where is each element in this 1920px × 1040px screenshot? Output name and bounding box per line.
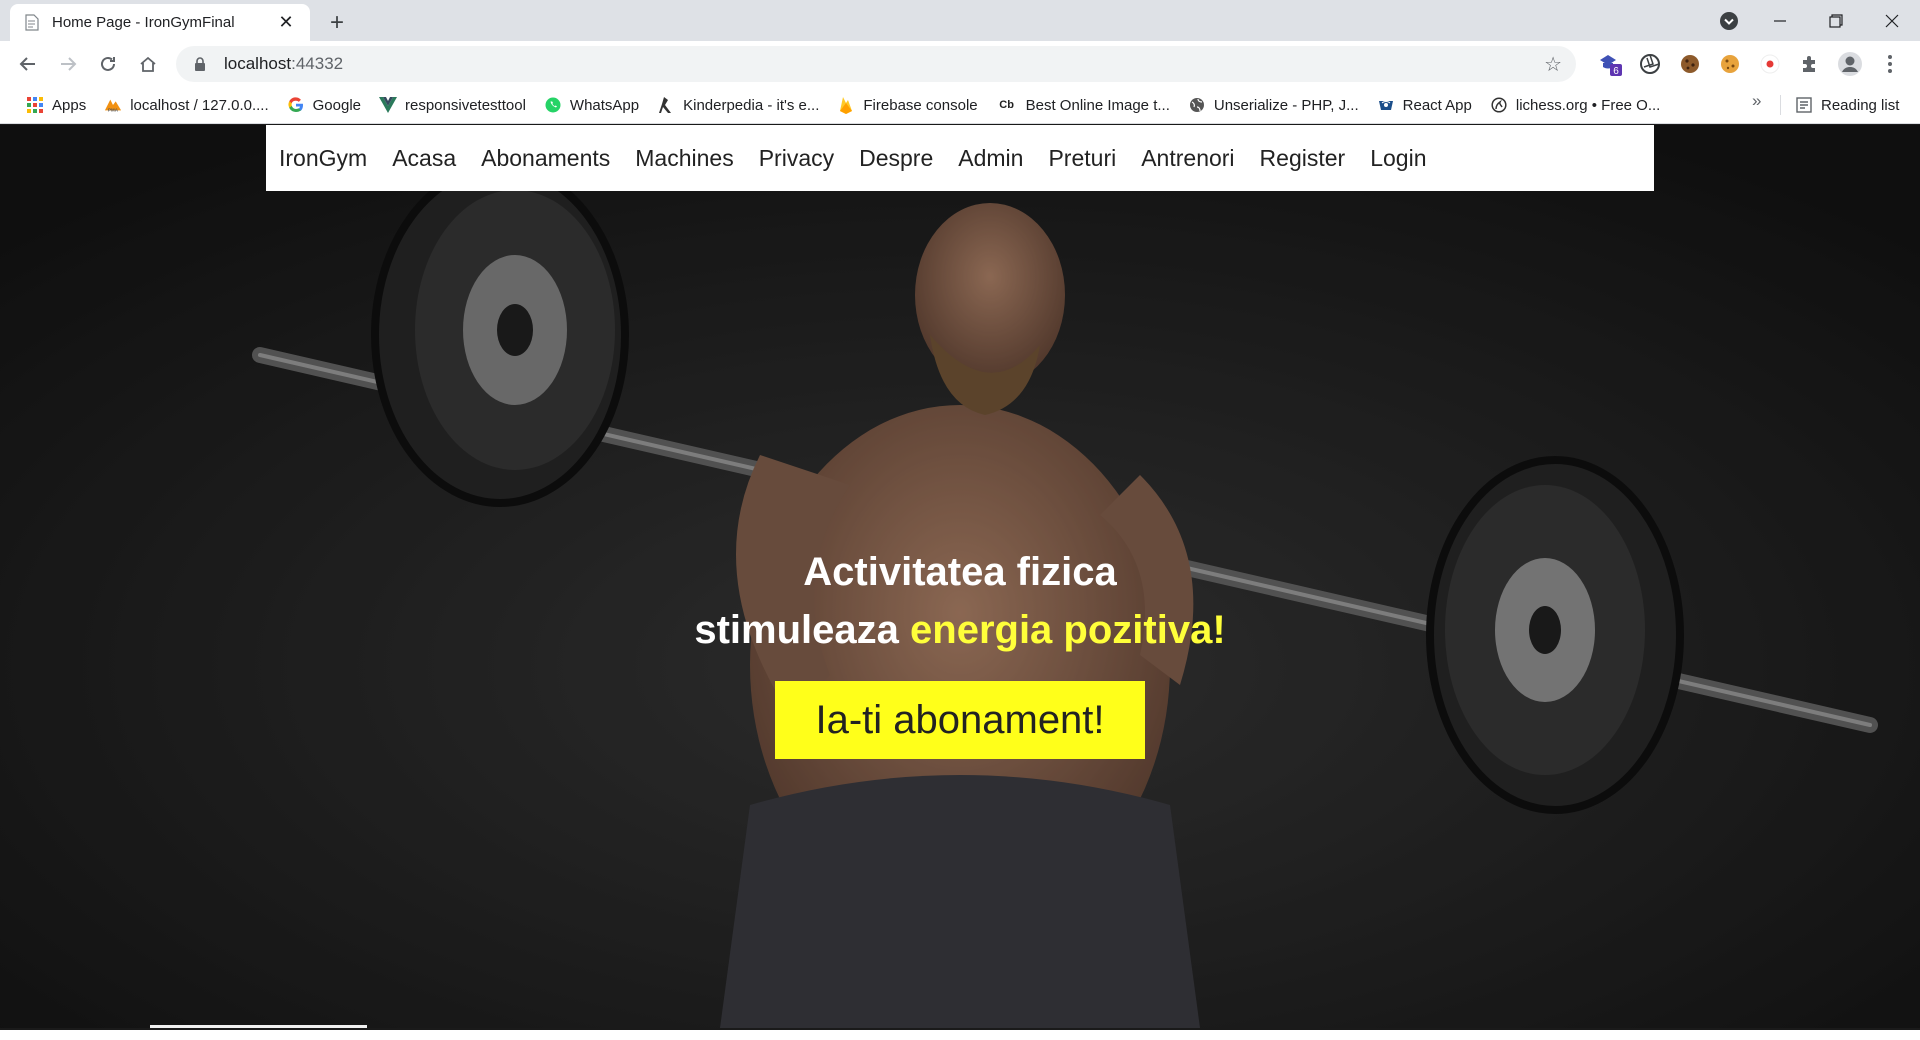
bookmark-label: Kinderpedia - it's e... (683, 96, 820, 114)
vue-icon (379, 96, 397, 114)
bookmark-label: Unserialize - PHP, J... (1213, 96, 1359, 114)
hero-line-2: stimuleaza energia pozitiva! (0, 601, 1920, 659)
browser-toolbar: localhost:44332 ☆ 6 (0, 41, 1920, 87)
close-window-icon[interactable] (1864, 0, 1920, 41)
page-viewport: IronGym Acasa Abonaments Machines Privac… (0, 125, 1920, 1028)
reading-list-label: Reading list (1821, 96, 1900, 114)
nav-item-abonaments[interactable]: Abonaments (481, 145, 610, 172)
react-icon (1377, 96, 1395, 114)
bookmark-label: Google (312, 96, 361, 114)
bookmark-label: Firebase console (863, 96, 978, 114)
reload-icon[interactable] (88, 46, 128, 82)
kinderpedia-icon (657, 96, 675, 114)
nav-item-preturi[interactable]: Preturi (1048, 145, 1116, 172)
hero-line-1: Activitatea fizica (803, 550, 1117, 594)
cb-icon: Cb (999, 99, 1014, 111)
profile-avatar-icon[interactable] (1830, 46, 1870, 82)
cookie-extension-icon[interactable] (1670, 46, 1710, 82)
address-bar[interactable]: localhost:44332 ☆ (176, 46, 1576, 82)
kebab-menu-icon[interactable] (1870, 46, 1910, 82)
lock-icon[interactable] (192, 56, 208, 72)
home-icon[interactable] (128, 46, 168, 82)
subscribe-cta-button[interactable]: Ia-ti abonament! (775, 681, 1145, 759)
forward-arrow-icon[interactable] (48, 46, 88, 82)
tab-strip: Home Page - IronGymFinal ✕ + (0, 0, 1920, 41)
nav-item-acasa[interactable]: Acasa (392, 145, 456, 172)
bookmark-kinderpedia[interactable]: Kinderpedia - it's e... (649, 91, 829, 119)
bookmark-image-tool[interactable]: Cb Best Online Image t... (988, 91, 1180, 119)
globe-icon (1188, 96, 1206, 114)
record-extension-icon[interactable] (1750, 46, 1790, 82)
puzzle-extensions-icon[interactable] (1790, 46, 1830, 82)
url-host: localhost (224, 54, 292, 73)
bookmark-label: responsivetesttool (405, 96, 526, 114)
window-bottom-edge (0, 1028, 1920, 1040)
bookmarks-bar: Apps PMA localhost / 127.0.0.... Google … (0, 87, 1920, 124)
bookmark-label: WhatsApp (569, 96, 640, 114)
bookmark-apps[interactable]: Apps (18, 91, 96, 119)
bookmark-google[interactable]: Google (279, 91, 371, 119)
bookmark-unserialize[interactable]: Unserialize - PHP, J... (1180, 91, 1369, 119)
new-tab-icon[interactable]: + (322, 8, 352, 38)
lichess-icon (1490, 96, 1508, 114)
tab-search-icon[interactable] (1706, 0, 1752, 41)
bookmark-label: lichess.org • Free O... (1515, 96, 1661, 114)
site-navbar: IronGym Acasa Abonaments Machines Privac… (266, 125, 1654, 191)
aperture-extension-icon[interactable] (1630, 46, 1670, 82)
hero-line-2-prefix: stimuleaza (694, 608, 911, 652)
nav-brand[interactable]: IronGym (279, 145, 367, 172)
back-arrow-icon[interactable] (8, 46, 48, 82)
document-icon (24, 14, 40, 32)
whatsapp-icon (544, 96, 562, 114)
bookmark-label: Apps (52, 96, 87, 114)
bookmark-lichess[interactable]: lichess.org • Free O... (1482, 91, 1670, 119)
bookmarks-divider (1780, 95, 1781, 115)
bookmark-firebase[interactable]: Firebase console (829, 91, 987, 119)
url-port: :44332 (291, 54, 344, 73)
nav-item-antrenori[interactable]: Antrenori (1141, 145, 1234, 172)
nav-item-register[interactable]: Register (1260, 145, 1346, 172)
reading-list-button[interactable]: Reading list (1795, 91, 1899, 119)
hero-headline: Activitatea fizica stimuleaza energia po… (0, 543, 1920, 659)
firebase-icon (837, 96, 855, 114)
nav-item-admin[interactable]: Admin (958, 145, 1023, 172)
nav-item-privacy[interactable]: Privacy (759, 145, 834, 172)
close-tab-icon[interactable]: ✕ (276, 12, 296, 33)
bookmark-label: localhost / 127.0.0.... (130, 96, 269, 114)
bookmark-localhost[interactable]: PMA localhost / 127.0.0.... (96, 91, 278, 119)
bookmark-label: React App (1402, 96, 1472, 114)
restore-icon[interactable] (1808, 0, 1864, 41)
bookmark-react-app[interactable]: React App (1369, 91, 1482, 119)
nav-item-login[interactable]: Login (1370, 145, 1426, 172)
apps-grid-icon (26, 96, 44, 114)
browser-tab[interactable]: Home Page - IronGymFinal ✕ (10, 4, 310, 41)
cookie-editor-extension-icon[interactable] (1710, 46, 1750, 82)
more-bookmarks-chevron[interactable]: » (1752, 91, 1761, 111)
bookmark-star-icon[interactable]: ☆ (1544, 52, 1562, 77)
bookmark-label: Best Online Image t... (1025, 96, 1170, 114)
extension-badge-icon[interactable]: 6 (1590, 46, 1630, 82)
phpmyadmin-icon: PMA (104, 96, 122, 114)
google-icon (287, 96, 305, 114)
nav-item-despre[interactable]: Despre (859, 145, 933, 172)
svg-text:PMA: PMA (108, 107, 119, 112)
nav-item-machines[interactable]: Machines (635, 145, 733, 172)
minimize-icon[interactable] (1752, 0, 1808, 41)
reading-list-icon (1795, 96, 1813, 114)
extension-badge-count: 6 (1613, 66, 1619, 77)
tab-title: Home Page - IronGymFinal (52, 14, 235, 31)
bookmark-whatsapp[interactable]: WhatsApp (536, 91, 649, 119)
hero-highlight: energia pozitiva! (910, 608, 1226, 652)
bookmark-responsivetesttool[interactable]: responsivetesttool (371, 91, 536, 119)
